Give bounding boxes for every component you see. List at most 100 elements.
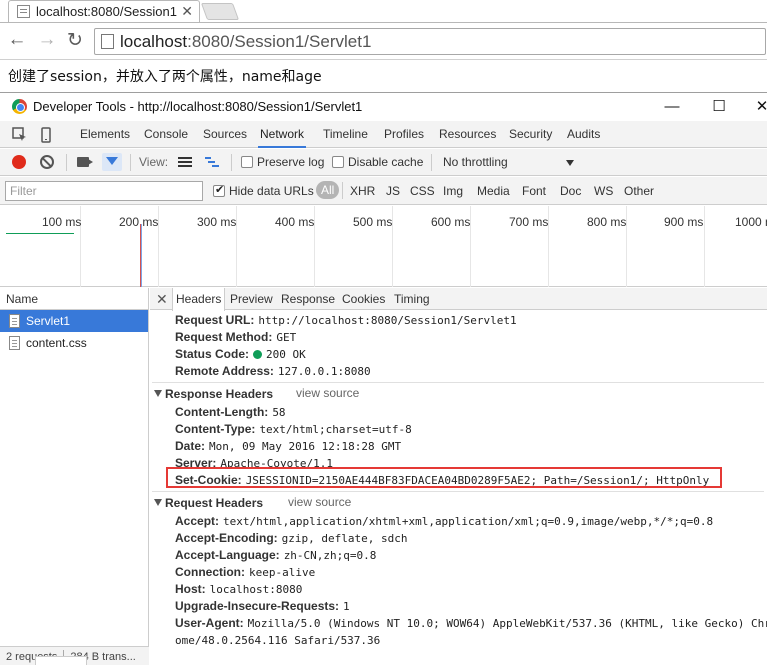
filter-icon[interactable] (102, 153, 122, 171)
header-value: zh-CN,zh;q=0.8 (283, 549, 377, 562)
section-divider (152, 382, 764, 383)
header-key: Status Code: (175, 347, 250, 361)
header-value: 127.0.0.1:8080 (277, 365, 371, 378)
filter-type-xhr[interactable]: XHR (350, 184, 375, 198)
network-overview-timeline[interactable]: 100 ms 200 ms 300 ms 400 ms 500 ms 600 m… (0, 206, 767, 287)
tab-headers[interactable]: Headers (172, 288, 226, 311)
tab-sources[interactable]: Sources (201, 121, 249, 148)
header-key: Accept-Encoding: (175, 531, 278, 545)
close-detail-icon[interactable]: ✕ (156, 291, 168, 308)
filter-type-img[interactable]: Img (443, 184, 463, 198)
filter-type-js[interactable]: JS (386, 184, 400, 198)
tab-resources[interactable]: Resources (437, 121, 498, 148)
header-value: localhost:8080 (209, 583, 303, 596)
request-header-row: Connection: keep-alive (175, 564, 315, 581)
document-icon (9, 314, 20, 328)
forward-arrow-icon[interactable]: → (36, 29, 58, 51)
timeline-tick-label: 200 ms (119, 215, 159, 229)
header-key: Connection: (175, 565, 245, 579)
tab-profiles[interactable]: Profiles (382, 121, 426, 148)
network-toolbar: View: Preserve log Disable cache No thro… (0, 149, 767, 176)
filter-type-other[interactable]: Other (624, 184, 654, 198)
tab-cookies[interactable]: Cookies (339, 288, 388, 310)
header-key: Content-Length: (175, 405, 269, 419)
view-label: View: (139, 155, 169, 169)
header-key: Accept: (175, 514, 220, 528)
devtools-panel-tabs: Elements Console Sources Network Timelin… (0, 121, 767, 148)
timeline-tick-label: 1000 ms (735, 215, 767, 229)
back-arrow-icon[interactable]: ← (6, 29, 28, 51)
section-title: Request Headers (165, 496, 264, 510)
hide-data-urls-checkbox[interactable]: Hide data URLs (213, 183, 314, 198)
header-value: GET (276, 331, 297, 344)
response-view-source-link[interactable]: view source (296, 386, 359, 400)
browser-tab[interactable]: localhost:8080/Session1 ✕ (8, 0, 200, 22)
request-view-source-link[interactable]: view source (288, 495, 351, 509)
request-row-servlet1[interactable]: Servlet1 (0, 310, 148, 332)
list-view-icon[interactable] (178, 157, 192, 168)
request-headers-section-toggle[interactable]: Request Headers (154, 495, 263, 511)
response-header-row: Content-Type: text/html;charset=utf-8 (175, 421, 412, 438)
close-window-icon[interactable]: ✕ (752, 96, 767, 116)
tab-audits[interactable]: Audits (565, 121, 602, 148)
request-header-row: Host: localhost:8080 (175, 581, 302, 598)
devtools-titlebar: Developer Tools - http://localhost:8080/… (0, 93, 767, 121)
detail-tabs: ✕ Headers Preview Response Cookies Timin… (150, 288, 767, 311)
document-icon (9, 336, 20, 350)
url-host: localhost (120, 31, 188, 51)
filter-type-media[interactable]: Media (477, 184, 510, 198)
header-key: Set-Cookie: (175, 473, 242, 487)
request-row-content-css[interactable]: content.css (0, 332, 148, 354)
filter-type-doc[interactable]: Doc (560, 184, 581, 198)
header-value: JSESSIONID=2150AE444BF83FDACEA04BD0289F5… (245, 474, 710, 487)
chrome-logo-icon (12, 99, 27, 114)
header-value: Mozilla/5.0 (Windows NT 10.0; WOW64) App… (247, 617, 767, 630)
disable-cache-checkbox[interactable]: Disable cache (332, 155, 423, 169)
header-key: Request URL: (175, 313, 255, 327)
request-header-row: Accept-Encoding: gzip, deflate, sdch (175, 530, 408, 547)
toolbar-divider (342, 182, 343, 199)
request-list-header-name[interactable]: Name (0, 288, 148, 310)
tab-preview[interactable]: Preview (227, 288, 276, 310)
record-button[interactable] (12, 155, 26, 169)
close-tab-icon[interactable]: ✕ (181, 3, 193, 20)
minimize-icon[interactable]: — (662, 96, 682, 116)
filter-type-css[interactable]: CSS (410, 184, 435, 198)
maximize-icon[interactable]: ☐ (709, 96, 729, 116)
inspect-element-icon[interactable] (12, 127, 28, 143)
header-key: Accept-Language: (175, 548, 280, 562)
filter-bar: Filter Hide data URLs All XHR JS CSS Img… (0, 177, 767, 205)
tab-timeline[interactable]: Timeline (321, 121, 370, 148)
capture-screenshots-icon[interactable] (77, 157, 93, 167)
tab-elements[interactable]: Elements (78, 121, 132, 148)
tab-response[interactable]: Response (278, 288, 338, 310)
filter-type-all[interactable]: All (316, 181, 340, 199)
response-headers-section-toggle[interactable]: Response Headers (154, 386, 273, 402)
throttling-select[interactable]: No throttling (443, 155, 508, 169)
request-header-row: User-Agent: Mozilla/5.0 (Windows NT 10.0;… (175, 615, 767, 632)
tab-network[interactable]: Network (258, 121, 307, 148)
filter-type-font[interactable]: Font (522, 184, 546, 198)
timeline-gridline (704, 206, 705, 287)
device-mode-icon[interactable] (38, 127, 54, 143)
browser-toolbar: ← → ↻ localhost:8080/Session1/Servlet1 (0, 22, 767, 60)
tab-timing[interactable]: Timing (391, 288, 433, 310)
page-info-icon[interactable] (101, 34, 114, 49)
header-value: gzip, deflate, sdch (281, 532, 408, 545)
filter-input[interactable]: Filter (5, 181, 203, 201)
preserve-log-checkbox[interactable]: Preserve log (241, 155, 324, 169)
chevron-down-icon[interactable] (566, 160, 574, 166)
reload-icon[interactable]: ↻ (64, 29, 86, 51)
domcontentloaded-marker (141, 224, 142, 287)
tab-console[interactable]: Console (142, 121, 190, 148)
request-name: Servlet1 (26, 314, 71, 328)
new-tab-button[interactable] (200, 3, 240, 20)
clear-icon[interactable] (40, 155, 54, 169)
filter-type-ws[interactable]: WS (594, 184, 613, 198)
browser-tab-title: localhost:8080/Session1 (36, 4, 177, 19)
header-value: ome/48.0.2564.116 Safari/537.36 (175, 634, 381, 647)
overview-view-icon[interactable] (205, 157, 219, 168)
header-key: User-Agent: (175, 616, 244, 630)
address-bar[interactable]: localhost:8080/Session1/Servlet1 (94, 28, 766, 55)
tab-security[interactable]: Security (507, 121, 554, 148)
